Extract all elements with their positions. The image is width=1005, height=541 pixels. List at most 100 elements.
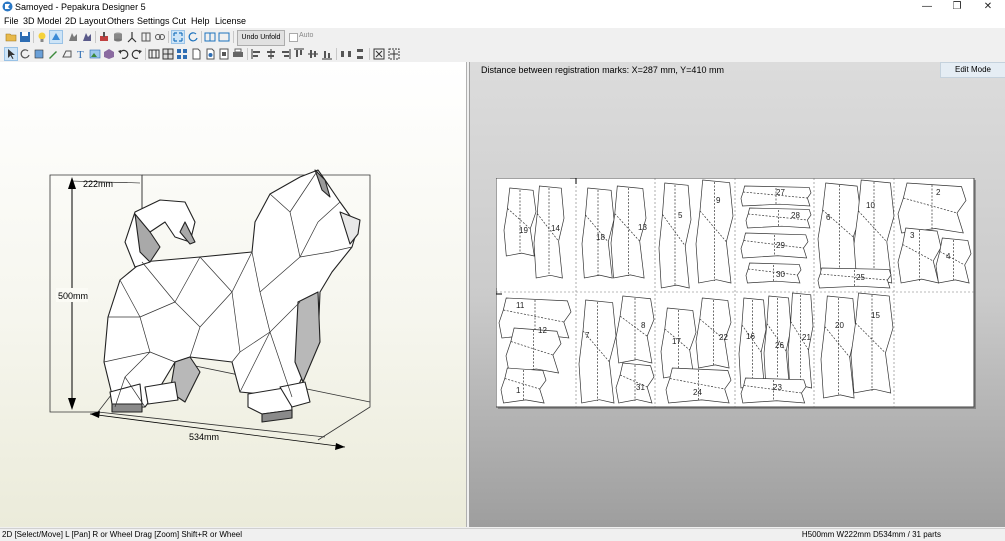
close-button[interactable]: ✕ xyxy=(973,0,1003,14)
width-dimension: 222mm xyxy=(71,179,141,189)
edge-icon[interactable] xyxy=(140,31,152,43)
align-bottom-icon[interactable] xyxy=(321,48,333,60)
part-number-label: 21 xyxy=(802,333,811,342)
part-number-label: 5 xyxy=(678,211,683,220)
distribute-h-icon[interactable] xyxy=(340,48,352,60)
menu-settings[interactable]: Settings xyxy=(137,15,170,27)
part-number-label: 28 xyxy=(791,211,800,220)
undo-unfold-button[interactable]: Undo Unfold xyxy=(237,30,285,46)
menu-3d-model[interactable]: 3D Model xyxy=(23,15,62,27)
part-number-label: 13 xyxy=(638,223,647,232)
toolbar-separator xyxy=(336,48,337,60)
join-part-icon[interactable] xyxy=(33,48,45,60)
save-icon[interactable] xyxy=(19,31,31,43)
part-number-label: 1 xyxy=(516,386,521,395)
align-center-icon[interactable] xyxy=(265,48,277,60)
minimize-button[interactable]: — xyxy=(912,0,942,14)
page-icon[interactable] xyxy=(190,48,202,60)
part-number-label: 3 xyxy=(910,231,915,240)
grid-icon[interactable] xyxy=(162,48,174,60)
part-number-label: 16 xyxy=(746,332,755,341)
part-number-label: 30 xyxy=(776,270,785,279)
fit-pages-icon[interactable] xyxy=(388,48,400,60)
height-dimension: 500mm xyxy=(56,177,88,410)
image-icon[interactable] xyxy=(89,48,101,60)
2d-layout-panel[interactable]: Distance between registration marks: X=2… xyxy=(469,62,1005,527)
height-dim-label: 500mm xyxy=(58,291,88,301)
toolbar-separator xyxy=(33,31,34,43)
unfold-icon[interactable] xyxy=(67,31,79,43)
undo-icon[interactable] xyxy=(117,48,129,60)
print-preview-icon[interactable] xyxy=(218,48,230,60)
toolbar-separator xyxy=(369,48,370,60)
unfold-settings-icon[interactable] xyxy=(81,31,93,43)
unfolded-part-outline[interactable] xyxy=(850,292,894,394)
menu-license[interactable]: License xyxy=(215,15,246,27)
lightbulb-icon[interactable] xyxy=(36,31,48,43)
part-number-label: 14 xyxy=(551,224,560,233)
part-number-label: 2 xyxy=(936,188,941,197)
link-icon[interactable] xyxy=(154,31,166,43)
toolbar-separator xyxy=(201,31,202,43)
distribute-v-icon[interactable] xyxy=(354,48,366,60)
layout-icon[interactable] xyxy=(176,48,188,60)
3d-view-panel[interactable]: 500mm 222mm 534mm xyxy=(0,62,467,527)
auto-checkbox[interactable] xyxy=(289,33,298,42)
fold-lines-icon[interactable] xyxy=(148,48,160,60)
flap-icon[interactable] xyxy=(61,48,73,60)
3d-model-canvas[interactable]: 500mm 222mm 534mm xyxy=(0,62,466,527)
registration-marks-info: Distance between registration marks: X=2… xyxy=(481,65,724,75)
menu-help[interactable]: Help xyxy=(191,15,210,27)
align-middle-icon[interactable] xyxy=(307,48,319,60)
edit-toolbar: T xyxy=(0,46,1005,62)
part-number-label: 17 xyxy=(672,337,681,346)
pencil-icon[interactable] xyxy=(47,48,59,60)
menu-file[interactable]: File xyxy=(4,15,19,27)
open-folder-icon[interactable] xyxy=(5,31,17,43)
part-number-label: 25 xyxy=(856,273,865,282)
menu-cut[interactable]: Cut xyxy=(172,15,186,27)
part-number-label: 19 xyxy=(519,226,528,235)
zoom-fit-icon[interactable] xyxy=(373,48,385,60)
depth-dimension: 534mm xyxy=(89,411,346,450)
title-bar: Samoyed - Pepakura Designer 5 — ❐ ✕ xyxy=(0,0,1005,14)
part-number-label: 18 xyxy=(596,233,605,242)
cylinder-icon[interactable] xyxy=(112,31,124,43)
layout-sheet-canvas[interactable]: 19 14181359272829306102523411121783117 222… xyxy=(496,178,980,412)
menu-2d-layout[interactable]: 2D Layout xyxy=(65,15,106,27)
status-model-info: H500mm W222mm D534mm / 31 parts xyxy=(801,530,941,539)
part-number-label: 31 xyxy=(636,383,645,392)
select-arrow-icon[interactable] xyxy=(4,47,18,61)
printer-icon[interactable] xyxy=(232,48,244,60)
align-left-icon[interactable] xyxy=(251,48,263,60)
single-view-icon[interactable] xyxy=(218,31,230,43)
paint-icon[interactable] xyxy=(98,31,110,43)
restore-button[interactable]: ❐ xyxy=(942,0,972,14)
menu-others[interactable]: Others xyxy=(107,15,134,27)
part-number-label: 26 xyxy=(775,341,784,350)
align-top-icon[interactable] xyxy=(293,48,305,60)
box-icon[interactable] xyxy=(103,48,115,60)
pepakura-logo-icon xyxy=(2,1,13,12)
part-number-label: 24 xyxy=(693,388,702,397)
status-hint: 2D [Select/Move] L [Pan] R or Wheel Drag… xyxy=(2,530,243,539)
part-number-label: 8 xyxy=(641,321,646,330)
rotate-part-icon[interactable] xyxy=(19,48,31,60)
align-right-icon[interactable] xyxy=(279,48,291,60)
page-settings-icon[interactable] xyxy=(204,48,216,60)
redo-icon[interactable] xyxy=(131,48,143,60)
texture-icon[interactable] xyxy=(49,30,63,44)
toolbar-separator xyxy=(233,31,234,43)
axis-icon[interactable] xyxy=(126,31,138,43)
auto-checkbox-label: Auto xyxy=(299,32,314,39)
select-mode-icon[interactable] xyxy=(171,30,185,44)
text-tool-icon[interactable]: T xyxy=(75,48,87,60)
depth-dim-label: 534mm xyxy=(189,432,219,442)
rotate-icon[interactable] xyxy=(187,31,199,43)
edit-mode-button[interactable]: Edit Mode xyxy=(940,62,1005,78)
split-view-icon[interactable] xyxy=(204,31,216,43)
toolbar-separator xyxy=(145,48,146,60)
part-number-label: 15 xyxy=(871,311,880,320)
part-number-label: 20 xyxy=(835,321,844,330)
width-dim-label: 222mm xyxy=(83,179,113,189)
